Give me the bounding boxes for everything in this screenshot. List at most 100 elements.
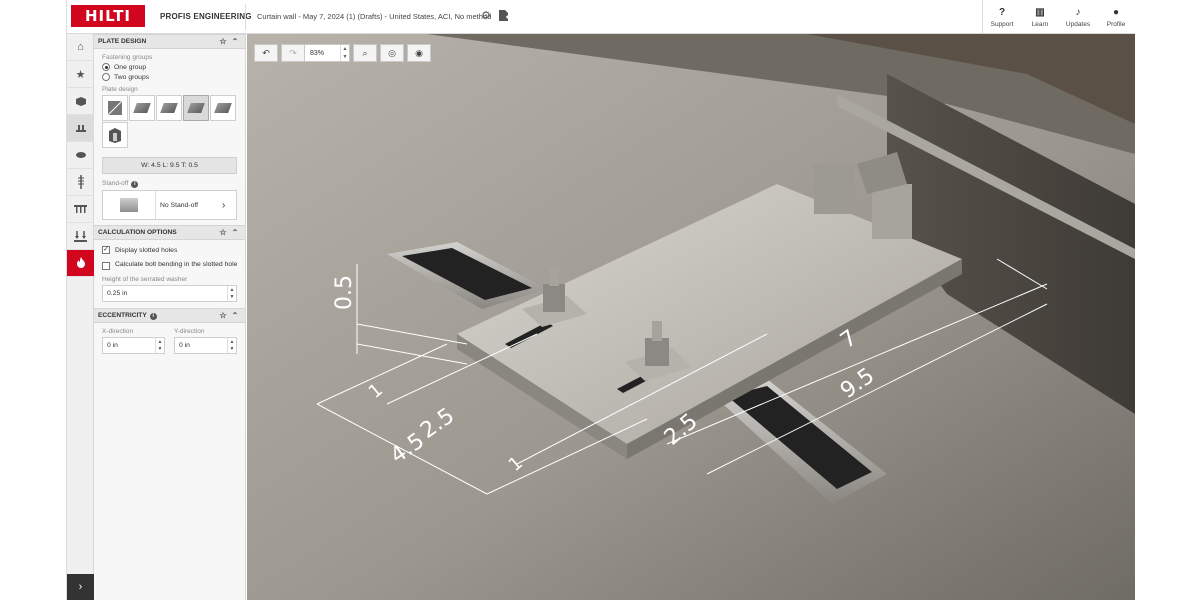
washer-height-value: 0.25 in xyxy=(107,290,128,297)
standoff-selector[interactable]: No Stand-off › xyxy=(102,190,237,220)
spin-down-icon[interactable]: ▼ xyxy=(228,294,236,302)
washer-height-label: Height of the serrated washer xyxy=(102,276,188,283)
plate-type-2-icon[interactable] xyxy=(129,95,155,121)
radio-button-selected[interactable] xyxy=(102,63,110,71)
standoff-label: Stand-off i xyxy=(102,180,245,188)
app-window: HILTI PROFIS ENGINEERING Curtain wall - … xyxy=(66,0,1135,600)
visibility-button[interactable]: ◉ xyxy=(407,44,431,62)
plate-design-title: PLATE DESIGN xyxy=(98,38,147,45)
plate-design-header[interactable]: PLATE DESIGN ☆ ⌃ xyxy=(94,34,245,49)
y-direction-group: Y-direction 0 in ▲ ▼ xyxy=(166,323,237,354)
support-button[interactable]: ? Support xyxy=(983,0,1021,34)
question-icon: ? xyxy=(998,6,1006,18)
profile-button[interactable]: ● Profile xyxy=(1097,0,1135,34)
spin-up-icon[interactable]: ▲ xyxy=(156,338,164,346)
updates-button[interactable]: ♪ Updates xyxy=(1059,0,1097,34)
settings-gear-icon[interactable]: ⚙ xyxy=(479,8,493,22)
spin-down-icon[interactable]: ▼ xyxy=(228,346,236,354)
favorites-star-icon[interactable]: ★ xyxy=(67,61,94,88)
chevron-right-icon: › xyxy=(222,199,226,211)
spin-up-icon[interactable]: ▲ xyxy=(228,286,236,294)
left-icon-rail: ⌂ ★ › xyxy=(67,34,94,600)
calculation-options-header[interactable]: CALCULATION OPTIONS ☆ ⌃ xyxy=(94,225,245,240)
anchor-icon[interactable] xyxy=(67,169,94,196)
one-group-radio[interactable]: One group xyxy=(102,63,245,71)
plate-design-label: Plate design xyxy=(102,86,138,93)
bracket-2 xyxy=(872,184,912,239)
header-actions: ? Support ▥ Learn ♪ Updates ● Profile xyxy=(982,0,1135,34)
expand-chevron-icon[interactable]: › xyxy=(67,574,94,600)
display-slotted-holes-label: Display slotted holes xyxy=(115,246,178,254)
spin-down-icon[interactable]: ▼ xyxy=(156,346,164,354)
plate-type-3-icon[interactable] xyxy=(156,95,182,121)
spin-down-icon[interactable]: ▼ xyxy=(341,53,349,61)
x-direction-input[interactable]: 0 in ▲ ▼ xyxy=(102,337,165,354)
star-icon[interactable]: ☆ xyxy=(217,311,229,320)
x-direction-value: 0 in xyxy=(107,342,118,349)
fire-icon[interactable] xyxy=(67,250,94,277)
display-slotted-holes-checkbox[interactable]: ✓ Display slotted holes xyxy=(102,246,245,254)
learn-button[interactable]: ▥ Learn xyxy=(1021,0,1059,34)
bolt-1 xyxy=(549,266,559,286)
redo-button[interactable]: ↷ xyxy=(281,44,305,62)
eccentricity-title-text: ECCENTRICITY xyxy=(98,311,147,319)
washer-height-stepper[interactable]: ▲ ▼ xyxy=(227,286,236,301)
undo-icon: ↶ xyxy=(262,47,270,58)
3d-viewport[interactable]: 0.5 1 2.5 4.5 1 2.5 7 9.5 ↶ ↷ 83% ▲ ▼ ⌕ ◎… xyxy=(247,34,1135,600)
plate-dimensions-button[interactable]: W: 4.5 L: 9.5 T: 0.5 xyxy=(102,157,237,174)
standoff-value: No Stand-off xyxy=(160,201,199,209)
book-icon: ▥ xyxy=(1035,6,1045,18)
nut-2 xyxy=(645,338,669,366)
app-header: HILTI PROFIS ENGINEERING Curtain wall - … xyxy=(67,0,1135,34)
y-direction-stepper[interactable]: ▲ ▼ xyxy=(227,338,236,353)
export-report-icon[interactable] xyxy=(497,8,511,22)
star-icon[interactable]: ☆ xyxy=(217,37,229,46)
updates-label: Updates xyxy=(1065,20,1091,28)
standoff-label-text: Stand-off xyxy=(102,180,129,187)
undo-button[interactable]: ↶ xyxy=(254,44,278,62)
eye-icon: ◉ xyxy=(415,47,423,58)
dim-thickness: 0.5 xyxy=(332,275,357,310)
zoom-search-button[interactable]: ⌕ xyxy=(353,44,377,62)
x-direction-label: X-direction xyxy=(102,328,134,335)
collapse-chevron-icon[interactable]: ⌃ xyxy=(229,311,241,320)
plate-type-4-icon[interactable] xyxy=(183,95,209,121)
plate-design-tiles xyxy=(102,95,242,149)
home-icon[interactable]: ⌂ xyxy=(67,34,94,61)
anchor-layout-icon[interactable] xyxy=(67,196,94,223)
nut-1 xyxy=(543,284,565,312)
project-title[interactable]: Curtain wall - May 7, 2024 (1) (Drafts) … xyxy=(257,12,491,21)
base-plate-icon[interactable] xyxy=(67,115,94,142)
y-direction-input[interactable]: 0 in ▲ ▼ xyxy=(174,337,237,354)
hilti-logo[interactable]: HILTI xyxy=(71,5,145,27)
product-name: PROFIS ENGINEERING xyxy=(160,12,252,21)
washer-height-input[interactable]: 0.25 in ▲ ▼ xyxy=(102,285,237,302)
checkbox-unchecked[interactable] xyxy=(102,262,110,270)
plate-type-5-icon[interactable] xyxy=(210,95,236,121)
profile-block-icon[interactable] xyxy=(67,142,94,169)
radio-button[interactable] xyxy=(102,73,110,81)
eccentricity-header[interactable]: ECCENTRICITY i ☆ ⌃ xyxy=(94,308,245,323)
x-direction-stepper[interactable]: ▲ ▼ xyxy=(155,338,164,353)
info-icon[interactable]: i xyxy=(149,312,157,320)
calc-bolt-bending-checkbox[interactable]: Calculate bolt bending in the slotted ho… xyxy=(102,260,245,270)
info-icon[interactable]: i xyxy=(131,181,139,188)
spin-up-icon[interactable]: ▲ xyxy=(228,338,236,346)
zoom-stepper[interactable]: ▲ ▼ xyxy=(340,45,349,61)
eccentricity-fields: X-direction 0 in ▲ ▼ Y-direction 0 in ▲ ▼ xyxy=(94,323,245,354)
collapse-chevron-icon[interactable]: ⌃ xyxy=(229,228,241,237)
loads-icon[interactable] xyxy=(67,223,94,250)
bolt-2 xyxy=(652,321,662,341)
zoom-input[interactable]: 83% ▲ ▼ xyxy=(304,44,350,62)
checkbox-checked[interactable]: ✓ xyxy=(102,246,110,254)
search-icon: ⌕ xyxy=(362,47,368,58)
plate-type-6-icon[interactable] xyxy=(102,122,128,148)
two-groups-radio[interactable]: Two groups xyxy=(102,73,245,81)
base-material-icon[interactable] xyxy=(67,88,94,115)
spin-up-icon[interactable]: ▲ xyxy=(341,45,349,53)
properties-panel: PLATE DESIGN ☆ ⌃ Fastening groups One gr… xyxy=(94,34,246,600)
plate-type-1-icon[interactable] xyxy=(102,95,128,121)
collapse-chevron-icon[interactable]: ⌃ xyxy=(229,37,241,46)
reset-view-button[interactable]: ◎ xyxy=(380,44,404,62)
star-icon[interactable]: ☆ xyxy=(217,228,229,237)
